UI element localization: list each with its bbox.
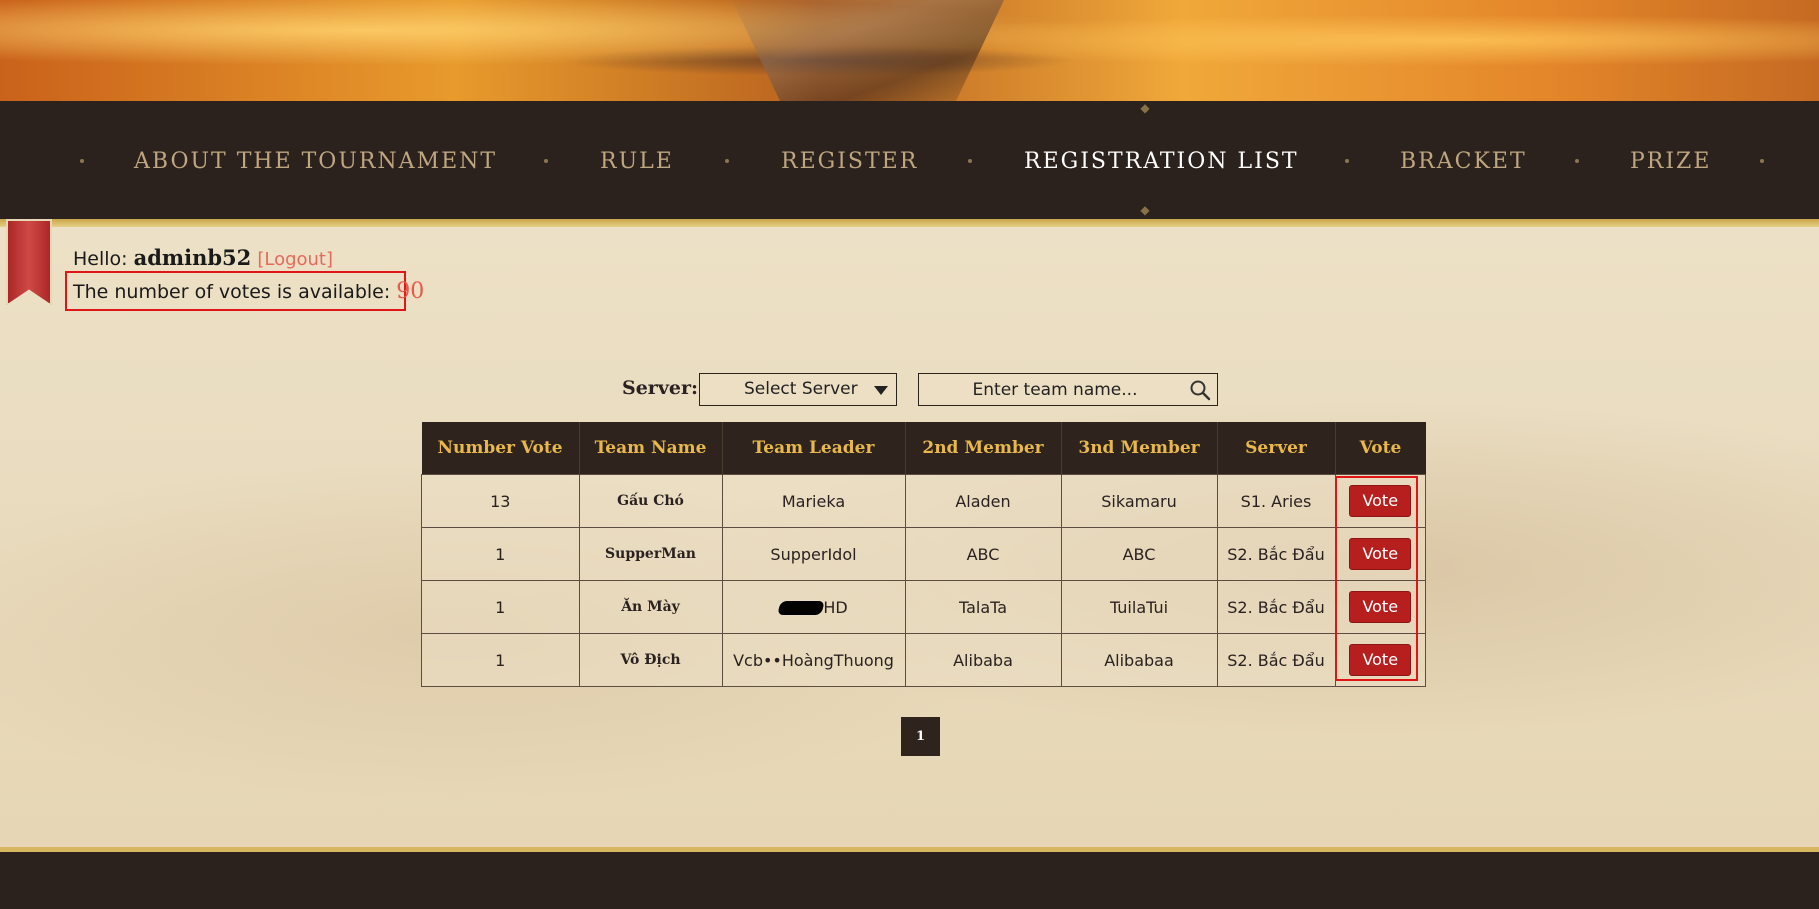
nav-item-prize[interactable]: PRIZE [1630,145,1711,179]
vote-button[interactable]: Vote [1349,644,1412,676]
server-filter-label: Server: [622,377,698,399]
column-header-2nd-member: 2nd Member [905,422,1062,475]
dropdown-arrow-icon [874,386,888,395]
table-row: 13 Gấu Chó Marieka Aladen Sikamaru S1. A… [421,474,1426,528]
cell-server: S2. Bắc Đẩu [1216,580,1336,634]
vote-button[interactable]: Vote [1349,485,1412,517]
table-row: 1 Vô Địch Vcb••HoàngThuong Alibaba Aliba… [421,633,1426,687]
cell-3nd-member: Sikamaru [1060,474,1218,528]
cell-server: S1. Aries [1216,474,1336,528]
nav-item-register[interactable]: REGISTER [781,145,918,179]
column-header-vote: Vote [1335,422,1426,475]
cell-team-leader: HD [721,580,906,634]
server-select-value: Select Server [744,379,858,399]
footer [0,852,1819,909]
cell-number-vote: 13 [421,474,580,528]
username: adminb52 [133,245,252,270]
nav-bottom-ornament: ◆ [1140,203,1150,217]
search-icon[interactable] [1189,379,1211,401]
nav-separator-dot [968,159,972,163]
redaction-mark [777,600,826,615]
nav-item-registration-list[interactable]: REGISTRATION LIST [1024,145,1299,179]
nav-separator-dot [1760,159,1764,163]
logout-link[interactable]: [Logout] [257,249,333,270]
cell-team-name: SupperMan [578,527,723,581]
column-header-server: Server [1217,422,1336,475]
table-header-row: Number Vote Team Name Team Leader 2nd Me… [421,422,1426,475]
nav-item-bracket[interactable]: BRACKET [1400,145,1527,179]
vote-button[interactable]: Vote [1349,538,1412,570]
column-header-number-vote: Number Vote [421,422,580,475]
nav-top-ornament: ◆ [1140,101,1150,115]
cell-number-vote: 1 [421,527,580,581]
cell-2nd-member: TalaTa [904,580,1062,634]
cell-team-leader: Vcb••HoàngThuong [721,633,906,687]
cell-number-vote: 1 [421,633,580,687]
nav-item-about[interactable]: ABOUT THE TOURNAMENT [134,145,497,179]
cell-2nd-member: Alibaba [904,633,1062,687]
nav-separator-dot [1345,159,1349,163]
cell-server: S2. Bắc Đẩu [1216,527,1336,581]
team-search-input[interactable] [919,374,1175,405]
cell-vote: Vote [1334,527,1426,581]
cell-number-vote: 1 [421,580,580,634]
banner-artwork [732,0,1004,101]
cell-team-leader: SupperIdol [721,527,906,581]
cell-team-name: Gấu Chó [578,474,723,528]
user-greeting: Hello: adminb52 [Logout] [73,245,333,270]
team-leader-visible-text: HD [823,597,848,617]
column-header-3nd-member: 3nd Member [1061,422,1218,475]
cell-team-name: Ăn Mày [578,580,723,634]
votes-available: The number of votes is available: 90 [73,279,424,304]
cell-2nd-member: ABC [904,527,1062,581]
main-nav: ◆ ABOUT THE TOURNAMENT RULE REGISTER REG… [0,101,1819,219]
nav-separator-dot [80,159,84,163]
cell-vote: Vote [1334,580,1426,634]
table-row: 1 SupperMan SupperIdol ABC ABC S2. Bắc Đ… [421,527,1426,581]
votes-count: 90 [396,279,425,304]
cell-vote: Vote [1334,633,1426,687]
column-header-team-name: Team Name [579,422,723,475]
table-row: 1 Ăn Mày HD TalaTa TuilaTui S2. Bắc Đẩu … [421,580,1426,634]
cell-3nd-member: ABC [1060,527,1218,581]
pagination-page-button[interactable]: 1 [901,717,940,756]
server-select[interactable]: Select Server [699,373,897,406]
cell-2nd-member: Aladen [904,474,1062,528]
nav-separator-dot [725,159,729,163]
cell-3nd-member: TuilaTui [1060,580,1218,634]
nav-item-rule[interactable]: RULE [600,145,674,179]
column-header-team-leader: Team Leader [722,422,906,475]
header-banner [0,0,1819,101]
cell-server: S2. Bắc Đẩu [1216,633,1336,687]
hello-label: Hello: [73,248,128,270]
team-search [918,373,1218,406]
registration-table: Number Vote Team Name Team Leader 2nd Me… [421,422,1426,687]
nav-separator-dot [1575,159,1579,163]
cell-vote: Vote [1334,474,1426,528]
vote-button[interactable]: Vote [1349,591,1412,623]
votes-label: The number of votes is available: [73,281,391,303]
nav-divider [0,219,1819,227]
nav-separator-dot [544,159,548,163]
cell-3nd-member: Alibabaa [1060,633,1218,687]
cell-team-leader: Marieka [721,474,906,528]
cell-team-name: Vô Địch [578,633,723,687]
